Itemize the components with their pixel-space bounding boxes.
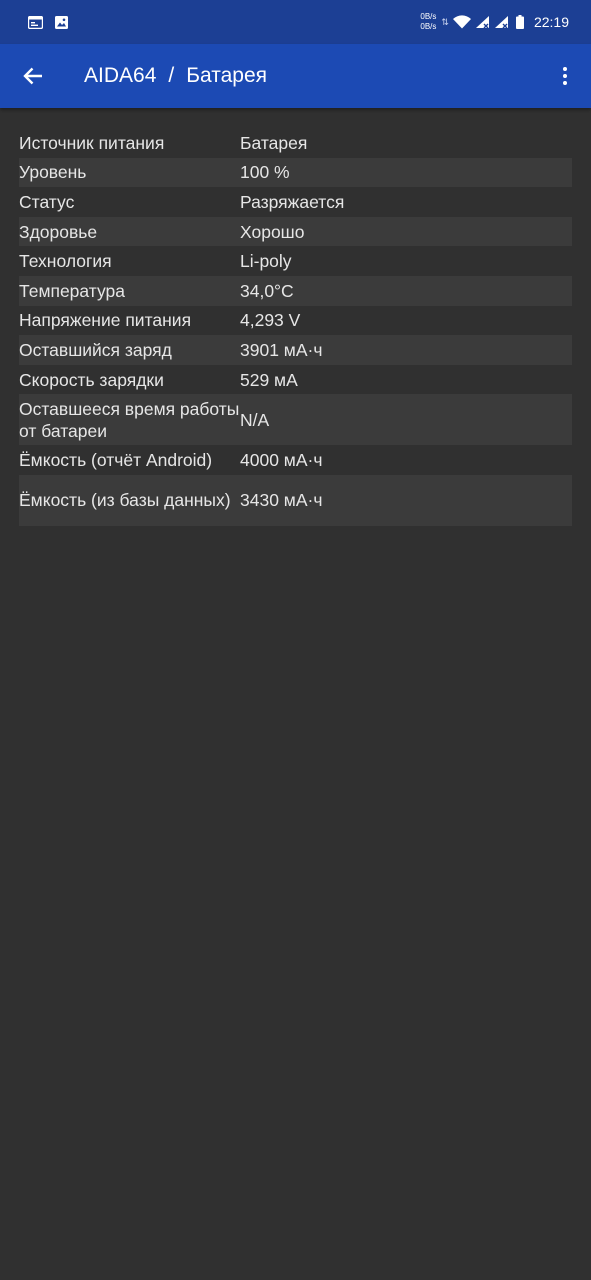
row-value: 100 % <box>240 162 290 183</box>
data-transfer-icon: ⇅ <box>441 16 449 27</box>
row-label: Источник питания <box>19 132 165 153</box>
browser-notification-icon <box>28 15 43 29</box>
row-label: Уровень <box>19 162 87 183</box>
battery-icon <box>515 15 524 29</box>
overflow-menu-button[interactable] <box>557 64 573 88</box>
table-row: Источник питания Батарея <box>19 128 572 158</box>
table-row: Напряжение питания 4,293 V <box>19 306 572 336</box>
row-value: 34,0°C <box>240 280 294 301</box>
net-down-speed: 0B/s <box>420 22 437 31</box>
app-bar: AIDA64 / Батарея <box>0 44 591 108</box>
row-label: Статус <box>19 191 75 212</box>
table-row: Оставшееся время работы от батареи N/A <box>19 394 572 446</box>
row-value: 4,293 V <box>240 310 301 331</box>
signal-icon-2 <box>494 15 509 29</box>
row-label: Оставшийся заряд <box>19 339 172 360</box>
row-label: Скорость зарядки <box>19 369 164 390</box>
status-bar: 0B/s 0B/s ⇅ 22:19 <box>0 0 591 44</box>
clock: 22:19 <box>533 14 569 30</box>
menu-dot-icon <box>563 67 567 71</box>
page-title: AIDA64 / Батарея <box>84 64 267 88</box>
row-value: Разряжается <box>240 191 345 212</box>
table-row: Статус Разряжается <box>19 187 572 217</box>
table-row: Оставшийся заряд 3901 мА·ч <box>19 335 572 365</box>
row-label: Напряжение питания <box>19 310 192 331</box>
row-value: 3430 мА·ч <box>240 490 323 511</box>
title-separator: / <box>168 64 175 87</box>
battery-info-table: Источник питания Батарея Уровень 100 % С… <box>19 128 572 526</box>
network-speed: 0B/s 0B/s <box>420 12 436 32</box>
row-label: Оставшееся время работы от батареи <box>19 398 240 441</box>
table-row: Здоровье Хорошо <box>19 216 572 247</box>
row-label: Технология <box>19 251 112 272</box>
row-value: N/A <box>240 409 270 430</box>
app-name: AIDA64 <box>84 64 157 87</box>
row-value: 529 мА <box>240 369 298 390</box>
row-label: Здоровье <box>19 221 98 242</box>
arrow-left-icon <box>23 67 43 85</box>
wifi-icon <box>452 15 471 29</box>
table-row: Технология Li-poly <box>19 246 572 276</box>
row-value: Хорошо <box>240 221 305 242</box>
menu-dot-icon <box>563 74 567 78</box>
table-row: Скорость зарядки 529 мА <box>19 365 572 395</box>
row-value: Батарея <box>240 132 308 153</box>
table-row: Ёмкость (из базы данных) 3430 мА·ч <box>19 474 572 526</box>
row-value: Li-poly <box>240 251 292 272</box>
table-row: Температура 34,0°C <box>19 275 572 306</box>
section-name: Батарея <box>186 64 268 87</box>
row-label: Температура <box>19 280 125 301</box>
net-up-speed: 0B/s <box>420 12 437 21</box>
row-label: Ёмкость (отчёт Android) <box>19 450 213 471</box>
row-label: Ёмкость (из базы данных) <box>19 490 231 511</box>
row-value: 3901 мА·ч <box>240 339 323 360</box>
image-notification-icon <box>55 15 68 29</box>
back-button[interactable] <box>20 63 46 89</box>
row-value: 4000 мА·ч <box>240 450 323 471</box>
table-row: Уровень 100 % <box>19 157 572 188</box>
signal-icon-1 <box>475 15 490 29</box>
menu-dot-icon <box>563 81 567 85</box>
table-row: Ёмкость (отчёт Android) 4000 мА·ч <box>19 445 572 475</box>
